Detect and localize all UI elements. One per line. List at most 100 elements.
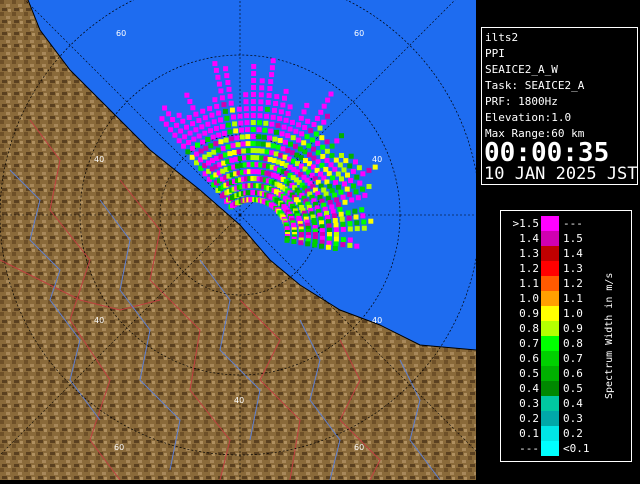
range-label: 60	[116, 29, 126, 38]
echo-cell	[332, 192, 338, 198]
legend-swatch	[541, 261, 559, 276]
echo-cell	[325, 97, 331, 103]
echo-cell	[243, 106, 249, 112]
echo-cell	[206, 152, 212, 157]
echo-cell	[174, 122, 180, 128]
echo-cell	[347, 192, 353, 197]
echo-cell	[198, 148, 204, 154]
legend-upper-bound: 1.2	[563, 277, 583, 290]
echo-cell	[245, 141, 251, 147]
legend-lower-bound: 0.9	[519, 307, 539, 320]
echo-cell	[318, 109, 324, 115]
echo-cell	[324, 148, 330, 154]
echo-cell	[223, 137, 229, 143]
echo-cell	[251, 85, 256, 90]
scan-date: 10 JAN 2025 JST	[484, 164, 638, 184]
echo-cell	[302, 125, 308, 130]
legend-row: 0.7 0.8	[501, 336, 611, 351]
echo-cell	[296, 122, 302, 128]
echo-cell	[334, 232, 339, 237]
legend-lower-bound: 0.4	[519, 382, 539, 395]
legend-swatch	[541, 396, 559, 411]
echo-cell	[250, 148, 256, 153]
legend-upper-bound: 1.5	[563, 232, 583, 245]
echo-cell	[225, 122, 231, 128]
echo-cell	[361, 219, 367, 225]
echo-cell	[232, 150, 237, 155]
legend-lower-bound: 0.2	[519, 412, 539, 425]
echo-cell	[296, 137, 301, 143]
echo-cell	[265, 142, 271, 148]
echo-cell	[250, 99, 256, 104]
legend-swatch	[541, 426, 559, 441]
echo-cell	[283, 88, 289, 94]
echo-cell	[213, 141, 219, 147]
echo-cell	[250, 155, 256, 160]
echo-cell	[184, 92, 190, 98]
echo-cell	[324, 179, 330, 185]
echo-cell	[245, 134, 251, 140]
echo-cell	[269, 65, 275, 71]
echo-cell	[216, 110, 222, 116]
echo-cell	[264, 106, 270, 112]
legend-swatch	[541, 231, 559, 246]
echo-cell	[215, 74, 221, 80]
echo-cell	[329, 188, 335, 194]
echo-cell	[250, 127, 256, 132]
echo-cell	[288, 141, 293, 147]
echo-cell	[213, 126, 219, 131]
echo-cell	[218, 117, 223, 123]
echo-cell	[344, 186, 350, 192]
echo-cell	[324, 158, 330, 163]
legend-upper-bound: 0.5	[563, 382, 583, 395]
echo-cell	[347, 226, 353, 232]
echo-cell	[227, 93, 233, 99]
echo-cell	[264, 113, 270, 119]
range-label: 60	[354, 443, 364, 452]
echo-cell	[270, 114, 276, 120]
echo-cell	[195, 142, 200, 148]
echo-cell	[254, 155, 260, 161]
legend-upper-bound: 0.9	[563, 322, 583, 335]
legend-row: 0.1 0.2	[501, 426, 611, 441]
echo-cell	[290, 135, 296, 141]
echo-cell	[310, 137, 315, 143]
echo-cell	[330, 175, 336, 181]
echo-cell	[264, 149, 270, 155]
echo-cell	[275, 123, 281, 128]
echo-cell	[251, 71, 257, 76]
echo-cell	[181, 143, 186, 149]
echo-cell	[176, 112, 182, 118]
echo-cell	[259, 85, 265, 91]
legend-row: 1.2 1.3	[501, 261, 611, 276]
echo-cell	[186, 115, 192, 120]
echo-cell	[319, 243, 324, 249]
echo-cell	[185, 149, 191, 155]
echo-cell	[340, 194, 346, 200]
echo-cell	[229, 107, 235, 113]
legend-swatch	[541, 381, 559, 396]
echo-cell	[321, 119, 327, 125]
echo-cell	[262, 127, 268, 133]
echo-cell	[243, 92, 249, 98]
echo-cell	[250, 120, 256, 125]
echo-cell	[250, 141, 256, 146]
echo-cell	[163, 121, 169, 127]
echo-cell	[182, 134, 188, 140]
echo-cell	[339, 133, 344, 139]
echo-cell	[196, 118, 202, 123]
echo-cell	[326, 171, 332, 177]
echo-cell	[362, 192, 368, 198]
echo-cell	[269, 72, 275, 78]
echo-cell	[327, 232, 332, 237]
echo-cell	[277, 116, 283, 122]
legend-lower-bound: 1.3	[519, 247, 539, 260]
echo-cell	[259, 155, 265, 161]
legend-swatch	[541, 321, 559, 336]
echo-cell	[239, 134, 245, 140]
echo-cell	[220, 145, 226, 151]
echo-cell	[332, 246, 338, 251]
echo-cell	[237, 113, 243, 119]
legend-row: 0.6 0.7	[501, 351, 611, 366]
echo-cell	[339, 153, 344, 158]
